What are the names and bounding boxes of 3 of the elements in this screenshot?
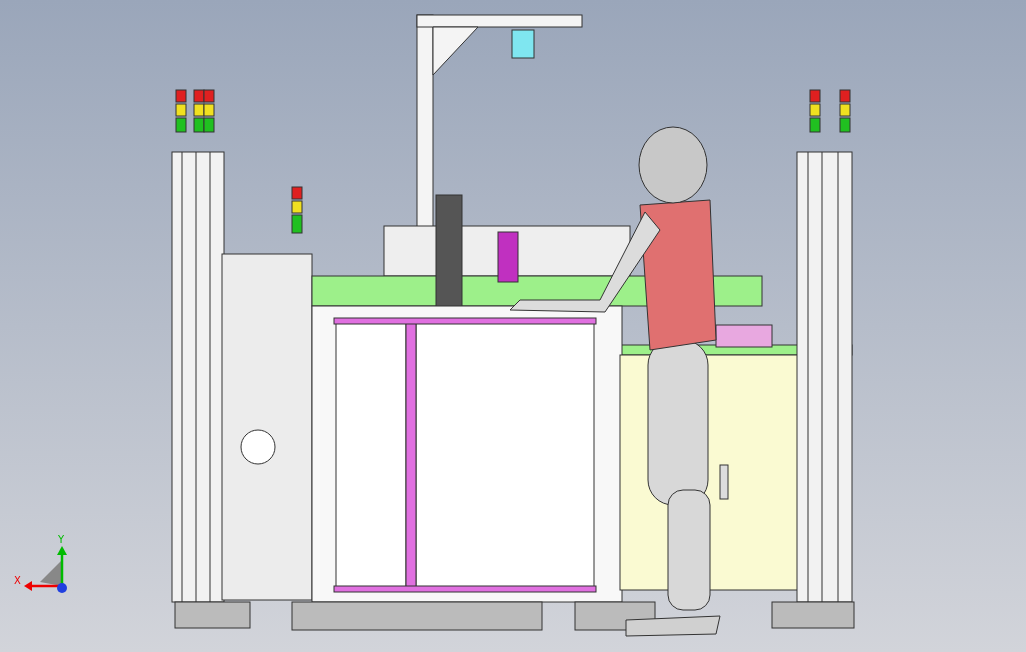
x-axis-label: X	[14, 575, 21, 586]
axis-triad-icon	[24, 546, 67, 593]
y-axis-label: Y	[58, 534, 65, 545]
